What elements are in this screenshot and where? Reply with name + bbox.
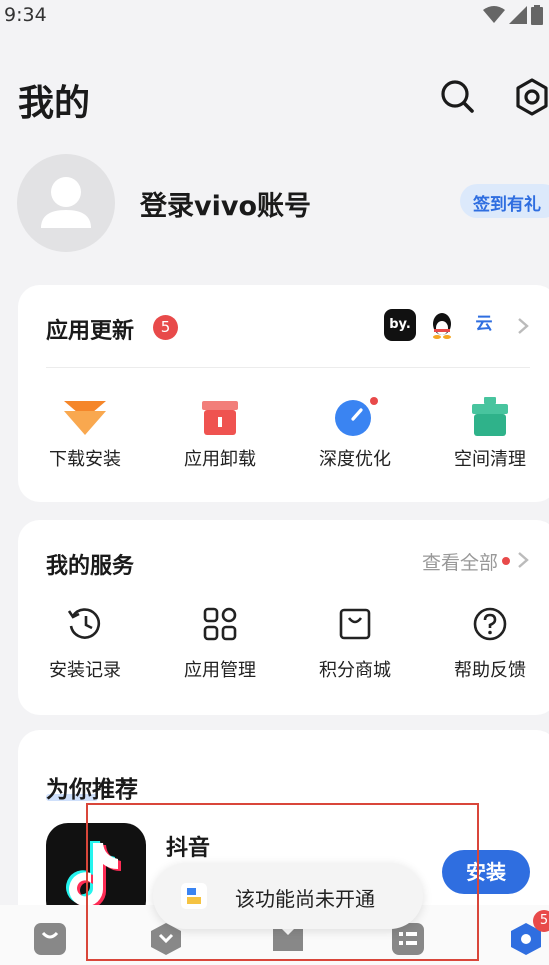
notification-dot bbox=[502, 557, 510, 565]
tool-label: 下载安装 bbox=[49, 449, 121, 470]
page-header: 我的 bbox=[0, 68, 549, 128]
app-icon-qq bbox=[426, 309, 458, 341]
tool-optimize[interactable]: 深度优化 bbox=[295, 397, 415, 471]
app-icon-cloud: 云 bbox=[468, 309, 500, 341]
status-icons bbox=[483, 5, 543, 25]
chevron-right-icon[interactable] bbox=[514, 317, 532, 335]
status-bar: 9:34 bbox=[0, 0, 549, 30]
tool-cleanup[interactable]: 空间清理 bbox=[430, 397, 549, 471]
qq-penguin-icon bbox=[433, 313, 451, 339]
battery-icon bbox=[531, 5, 543, 25]
grid-icon bbox=[203, 607, 237, 641]
user-silhouette-icon bbox=[41, 177, 91, 228]
uninstall-icon bbox=[202, 401, 238, 435]
tool-label: 深度优化 bbox=[319, 449, 391, 470]
update-count-badge: 5 bbox=[153, 315, 178, 340]
settings-icon[interactable] bbox=[512, 77, 549, 117]
service-install-history[interactable]: 安装记录 bbox=[25, 606, 145, 682]
login-account-link[interactable]: 登录vivo账号 bbox=[140, 184, 311, 223]
page-title: 我的 bbox=[18, 83, 91, 124]
app-updates-title[interactable]: 应用更新 bbox=[46, 313, 134, 345]
see-all-link[interactable]: 查看全部 bbox=[422, 548, 498, 575]
app-icon-by: by. bbox=[384, 309, 416, 341]
nav-badge: 5 bbox=[533, 910, 549, 932]
my-services-title: 我的服务 bbox=[46, 554, 135, 579]
service-label: 安装记录 bbox=[49, 660, 121, 681]
service-points-mall[interactable]: 积分商城 bbox=[295, 606, 415, 682]
tool-label: 应用卸载 bbox=[184, 449, 256, 470]
app-updates-card: 应用更新 5 by. 云 下载安装 应用卸载 深度优化 空间清理 bbox=[18, 285, 549, 502]
checkin-button[interactable]: 签到有礼 bbox=[460, 184, 549, 218]
history-icon bbox=[67, 608, 101, 639]
shop-icon bbox=[339, 608, 371, 640]
tool-label: 空间清理 bbox=[454, 449, 526, 470]
tool-uninstall[interactable]: 应用卸载 bbox=[160, 397, 280, 471]
service-label: 帮助反馈 bbox=[454, 660, 526, 681]
service-app-management[interactable]: 应用管理 bbox=[160, 606, 280, 682]
cleanup-icon bbox=[472, 397, 508, 436]
service-help-feedback[interactable]: 帮助反馈 bbox=[430, 606, 549, 682]
service-label: 应用管理 bbox=[184, 660, 256, 681]
avatar[interactable] bbox=[17, 154, 115, 252]
highlight-box bbox=[86, 803, 479, 961]
optimize-icon bbox=[335, 397, 378, 436]
search-icon[interactable] bbox=[438, 77, 476, 115]
wifi-icon bbox=[483, 6, 505, 23]
nav-home-icon[interactable] bbox=[32, 921, 68, 957]
profile-section: 登录vivo账号 签到有礼 bbox=[0, 150, 549, 255]
signal-icon bbox=[509, 6, 527, 24]
download-install-icon bbox=[64, 401, 106, 435]
status-time: 9:34 bbox=[4, 4, 47, 26]
my-services-card: 我的服务 查看全部 安装记录 应用管理 积分商城 帮助反馈 bbox=[18, 520, 549, 715]
chevron-right-icon[interactable] bbox=[514, 551, 532, 569]
divider bbox=[46, 367, 530, 368]
recommend-title: 为你推荐 bbox=[46, 777, 138, 803]
service-label: 积分商城 bbox=[319, 660, 391, 681]
tool-download-install[interactable]: 下载安装 bbox=[25, 397, 145, 471]
help-icon bbox=[473, 607, 507, 641]
